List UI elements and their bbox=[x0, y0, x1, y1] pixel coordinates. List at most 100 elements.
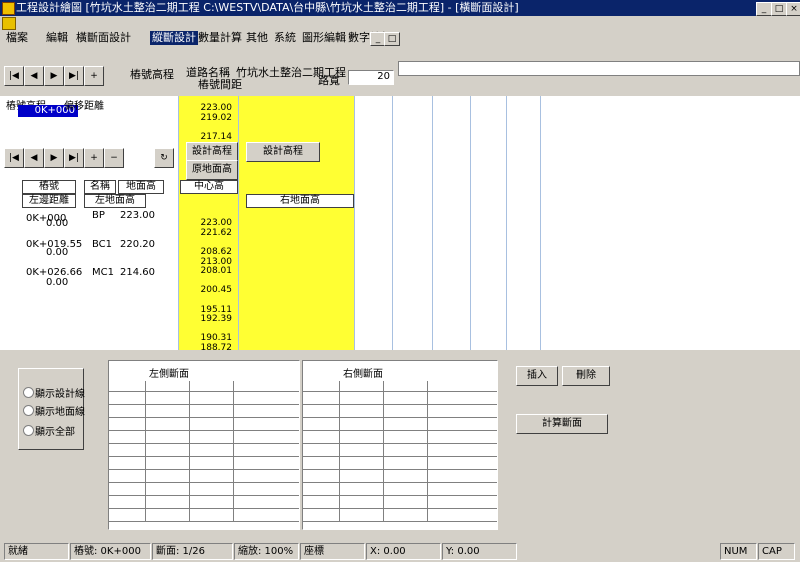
menu-graphic-edit[interactable]: 圖形編輯 bbox=[300, 31, 348, 45]
option-radio[interactable] bbox=[23, 387, 34, 398]
pile-interval-value: 20 bbox=[377, 71, 390, 82]
row-offset: 0.00 bbox=[46, 277, 69, 288]
menu-edit[interactable]: 編輯 bbox=[44, 31, 70, 45]
grid-row[interactable]: 219.02 bbox=[0, 112, 602, 123]
option-label: 顯示地面線 bbox=[35, 407, 85, 418]
option-label: 顯示全部 bbox=[35, 427, 75, 438]
grid-row[interactable]: 200.45 bbox=[0, 286, 602, 295]
grid-row[interactable]: 195.11 bbox=[0, 305, 602, 315]
table-row-line bbox=[109, 482, 299, 483]
last-record-icon[interactable]: ▶| bbox=[64, 66, 84, 86]
grid-row[interactable]: 213.00 bbox=[0, 257, 602, 267]
delete-station-icon[interactable]: − bbox=[104, 148, 124, 168]
right-section-title: 右側斷面 bbox=[343, 369, 383, 380]
grid-divider bbox=[392, 96, 393, 350]
refresh-icon[interactable]: ↻ bbox=[154, 148, 174, 168]
table-row-line bbox=[109, 456, 299, 457]
icon-strip bbox=[0, 16, 800, 30]
first-record-icon[interactable]: |◀ bbox=[4, 66, 24, 86]
prev-station-icon[interactable]: ◀ bbox=[24, 148, 44, 168]
ground-elevation-cell bbox=[196, 200, 232, 209]
row-offset: 0.00 bbox=[46, 218, 69, 229]
ground-elevation-cell: 192.39 bbox=[200, 314, 233, 325]
prev-record-icon[interactable]: ◀ bbox=[24, 66, 44, 86]
grid-row[interactable]: 208.01 bbox=[0, 267, 602, 276]
table-row-line bbox=[303, 482, 497, 483]
grid-row[interactable] bbox=[0, 238, 602, 247]
col-center-header: 中心高 bbox=[180, 180, 238, 194]
option-label: 顯示設計線 bbox=[35, 389, 85, 400]
col-left-dist-header: 左邊距離 bbox=[22, 194, 76, 208]
grid-row[interactable] bbox=[0, 325, 602, 334]
option-radio[interactable] bbox=[23, 405, 34, 416]
calculate-section-button[interactable]: 計算斷面 bbox=[516, 414, 608, 434]
insert-button[interactable]: 插入 bbox=[516, 366, 558, 386]
pile-interval-input[interactable]: 20 bbox=[348, 70, 394, 85]
grid-divider bbox=[506, 96, 507, 350]
next-station-icon[interactable]: ▶ bbox=[44, 148, 64, 168]
grid-row[interactable]: 208.62 bbox=[0, 248, 602, 257]
right-section-table[interactable]: 右側斷面 bbox=[302, 360, 498, 530]
last-station-icon[interactable]: ▶| bbox=[64, 148, 84, 168]
menu-system[interactable]: 系統 bbox=[272, 31, 298, 45]
grid-divider bbox=[178, 96, 179, 350]
row-name: MC1 bbox=[92, 267, 114, 278]
status-section: 斷面: 1/26 bbox=[152, 543, 233, 560]
table-col-line bbox=[383, 381, 384, 521]
menu-cross-section[interactable]: 橫斷面設計 bbox=[74, 31, 133, 45]
table-row-line bbox=[109, 430, 299, 431]
design-mode-button[interactable]: 設計高程 bbox=[246, 142, 320, 162]
window-title: 工程設計繪圖 [竹坑水土整治二期工程 C:\WESTV\DATA\台中縣\竹坑水… bbox=[16, 1, 519, 14]
pile-interval-label: 樁號間距 bbox=[198, 78, 242, 91]
grid-row[interactable]: 221.62 bbox=[0, 228, 602, 238]
table-row-line bbox=[109, 443, 299, 444]
child-restore-button[interactable]: □ bbox=[384, 32, 400, 46]
design-elevation-button[interactable]: 設計高程 bbox=[186, 142, 238, 162]
document-icon bbox=[2, 17, 16, 30]
table-col-line bbox=[145, 381, 146, 521]
status-cap: CAP bbox=[758, 543, 795, 560]
col-name-header: 名稱 bbox=[84, 180, 116, 194]
menu-profile[interactable]: 縱斷設計 bbox=[150, 31, 198, 45]
grid-row[interactable] bbox=[0, 210, 602, 219]
table-row-line bbox=[303, 521, 497, 522]
add-record-icon[interactable]: + bbox=[84, 66, 104, 86]
grid-row[interactable]: 217.14 bbox=[0, 131, 602, 142]
ground-elevation-cell: 223.00 bbox=[200, 218, 233, 229]
minimize-button[interactable]: _ bbox=[756, 2, 772, 16]
original-ground-button[interactable]: 原地面高 bbox=[186, 160, 238, 180]
next-record-icon[interactable]: ▶ bbox=[44, 66, 64, 86]
status-bar: 就緒 樁號: 0K+000 斷面: 1/26 縮放: 100% 座標 X: 0.… bbox=[0, 540, 800, 562]
ground-elevation-cell: 219.02 bbox=[200, 112, 233, 123]
row-offset: 0.00 bbox=[46, 247, 69, 258]
grid-row[interactable] bbox=[0, 277, 602, 286]
ground-elevation-cell: 217.14 bbox=[200, 131, 233, 142]
grid-divider bbox=[432, 96, 433, 350]
grid-row[interactable]: 223.00 bbox=[0, 219, 602, 228]
status-x: X: 0.00 bbox=[366, 543, 441, 560]
delete-button[interactable]: 刪除 bbox=[562, 366, 610, 386]
grid-row[interactable] bbox=[0, 171, 602, 180]
grid-divider bbox=[238, 96, 239, 350]
status-ready: 就緒 bbox=[4, 543, 69, 560]
insert-station-icon[interactable]: + bbox=[84, 148, 104, 168]
col-station-header: 樁號 bbox=[22, 180, 76, 194]
menu-quantity[interactable]: 數量計算 bbox=[196, 31, 244, 45]
close-button[interactable]: × bbox=[786, 2, 800, 16]
menu-bar: 檔案 編輯 橫斷面設計 縱斷設計 數量計算 其他 系統 圖形編輯 數字編輯 _ … bbox=[0, 30, 800, 76]
first-station-icon[interactable]: |◀ bbox=[4, 148, 24, 168]
maximize-button[interactable]: □ bbox=[771, 2, 787, 16]
option-radio[interactable] bbox=[23, 425, 34, 436]
left-section-table[interactable]: 左側斷面 bbox=[108, 360, 300, 530]
grid-row[interactable]: 190.31 bbox=[0, 334, 602, 343]
menu-other[interactable]: 其他 bbox=[244, 31, 270, 45]
table-row-line bbox=[303, 469, 497, 470]
width-label: 路寬 bbox=[318, 74, 340, 87]
grid-row[interactable] bbox=[0, 296, 602, 305]
grid-divider bbox=[470, 96, 471, 350]
grid-row[interactable] bbox=[0, 123, 602, 132]
status-zoom: 縮放: 100% bbox=[234, 543, 299, 560]
menu-file[interactable]: 檔案 bbox=[4, 31, 30, 45]
grid-row[interactable]: 192.39 bbox=[0, 315, 602, 324]
table-row-line bbox=[303, 430, 497, 431]
